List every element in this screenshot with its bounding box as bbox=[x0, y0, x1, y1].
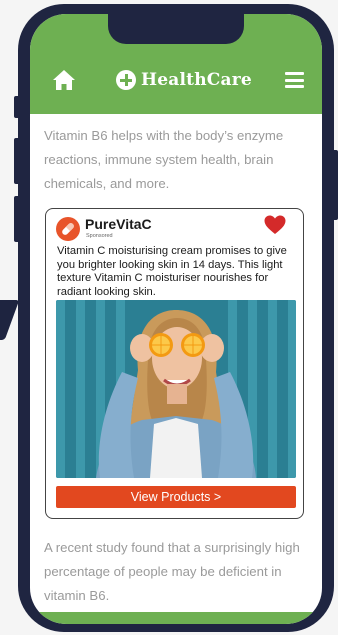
article-paragraph: A recent study found that a surprisingly… bbox=[44, 540, 300, 603]
menu-icon[interactable] bbox=[285, 72, 304, 88]
phone-volume-down bbox=[14, 196, 20, 242]
app-footer-bar bbox=[30, 612, 322, 624]
phone-notch bbox=[108, 14, 244, 44]
article-paragraph: Vitamin B6 helps with the body’s enzyme … bbox=[44, 128, 284, 191]
heart-icon[interactable] bbox=[264, 215, 286, 235]
home-icon[interactable] bbox=[52, 69, 76, 91]
pill-icon bbox=[56, 217, 80, 241]
phone-mute-switch bbox=[14, 96, 20, 118]
ad-photo bbox=[56, 300, 296, 478]
sponsored-ad-card[interactable]: PureVitaC Sponsored Vitamin C moisturisi… bbox=[45, 208, 304, 519]
brand-logo[interactable]: HealthCare bbox=[116, 67, 252, 93]
ad-body-text: Vitamin C moisturising cream promises to… bbox=[57, 245, 287, 298]
background-shape bbox=[0, 300, 20, 340]
brand-name: HealthCare bbox=[141, 70, 252, 90]
sponsored-label: Sponsored bbox=[86, 233, 113, 239]
plus-circle-icon bbox=[116, 70, 136, 90]
phone-volume-up bbox=[14, 138, 20, 184]
ad-brand-name: PureVitaC bbox=[85, 216, 152, 232]
view-products-button[interactable]: View Products > bbox=[56, 486, 296, 508]
phone-power-button bbox=[332, 150, 338, 220]
phone-screen: HealthCare Vitamin B6 helps with the bod… bbox=[30, 14, 322, 624]
